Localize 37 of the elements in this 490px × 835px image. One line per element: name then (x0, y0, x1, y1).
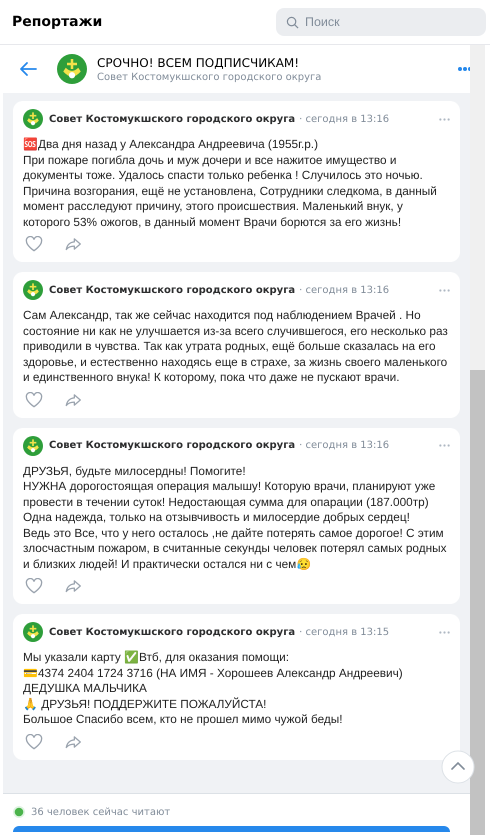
post-text: Сам Александр, так же сейчас находится под наблюдением Врачей . Но состояние ни как не улучшается из-за всего случившегося, его несколько раз приводили в чувства. Так как утрата родных, ещё больше сказалась на его здоровье, и естественно находясь еще в страхе, за жизнь своего маленького и единственного внука! К которому, пока что даже не пускают врачи. (23, 308, 449, 386)
author-avatar (23, 280, 43, 300)
author-avatar (23, 622, 43, 642)
page-title: Репортажи (12, 14, 102, 30)
author-name[interactable]: Совет Костомукшского городского округа (49, 284, 296, 296)
heart-icon[interactable] (25, 236, 43, 252)
post-text: 🆘Два дня назад у Александра Андреевича (1955г.р.) При пожаре погибла дочь и муж дочери и все нажитое имущество и документы тоже. Удалось спасти только ребенка ! Случилось это ночью. Причина возгорания, ещё не установлена, Сотрудники следкома, в данный момент расследуют причину, этого происшествия. Маленький внук, у которого 53% ожогов, в данный момент Врачи борются за его жизнь! (23, 137, 438, 230)
scroll-up-button[interactable] (441, 750, 475, 784)
more-icon[interactable] (439, 444, 450, 447)
author-avatar (23, 109, 43, 129)
chat-subtitle: Совет Костомукшского городского округа (97, 72, 322, 82)
chat-title: СРОЧНО! ВСЕМ ПОДПИСЧИКАМ! (97, 56, 300, 70)
share-icon[interactable] (65, 579, 82, 593)
heart-icon[interactable] (25, 392, 43, 408)
back-arrow-icon[interactable] (19, 61, 37, 77)
more-icon[interactable] (439, 288, 450, 292)
post-time: · сегодня в 13:16 (299, 284, 390, 296)
author-name[interactable]: Совет Костомукшского городского округа (49, 440, 296, 451)
post-time: · сегодня в 13:16 (299, 114, 390, 124)
readers-count: 36 человек сейчас читают (31, 806, 170, 818)
heart-icon[interactable] (25, 734, 43, 750)
heart-icon[interactable] (25, 578, 43, 594)
community-logo (57, 54, 87, 84)
post-time: · сегодня в 13:15 (299, 626, 390, 638)
share-icon[interactable] (65, 392, 82, 406)
author-name[interactable]: Совет Костомукшского городского округа (49, 114, 296, 124)
more-icon[interactable] (439, 630, 450, 634)
share-icon[interactable] (65, 734, 82, 748)
post-text: ДРУЗЬЯ, будьте милосердны! Помогите! НУЖНА дорогостоящая операция малышу! Которую врачи, планируют уже провести в течении суток! Недостающая сумма для опарации (187.000тр) Одна надежда, только на отзывчивость и милосердие добрых сердец! Ведь это Все, что у него осталось ,не дайте потерять самое дорогое! С этим злосчастным пожаром, в считанные секунды человек потерял самых родных и близких людей! И практически остался ни с чем😥 (23, 464, 448, 572)
share-icon[interactable] (65, 237, 82, 251)
post-text: Мы указали карту ✅Втб, для оказания помощи: 💳4374 2404 1724 3716 (НА ИМЯ - Хорошеев Александр Андреевич) ДЕДУШКА МАЛЬЧИКА 🙏 ДРУЗЬЯ! ПОДДЕРЖИТЕ ПОЖАЛУЙСТА! Большое Спасибо всем, кто не прошел мимо чужой беды! (23, 650, 404, 728)
search-field[interactable]: Поиск (276, 8, 486, 36)
author-avatar (23, 436, 43, 456)
online-dot-icon (13, 806, 25, 818)
more-icon[interactable] (439, 118, 450, 120)
author-name[interactable]: Совет Костомукшского городского округа (49, 626, 296, 638)
post-time: · сегодня в 13:16 (299, 440, 390, 451)
